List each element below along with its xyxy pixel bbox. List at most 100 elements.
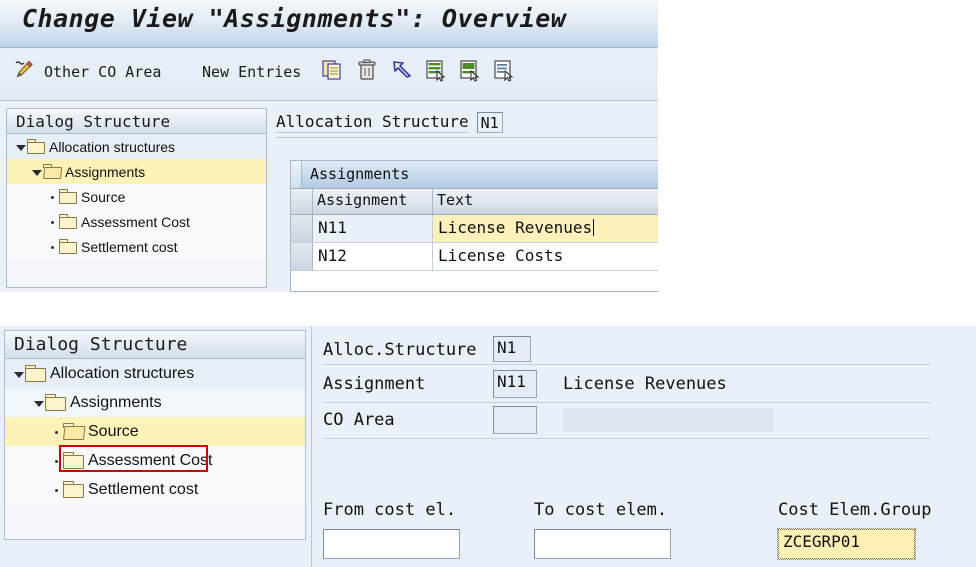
tree-item-label: Assessment Cost [81,213,190,230]
grid-column-header: Assignment Text [291,189,658,215]
panel-divider [311,326,312,567]
tree-item-settlement-cost[interactable]: Settlement cost [7,234,266,259]
alloc-structure-input[interactable]: N1 [493,336,531,362]
cost-element-group-label: Cost Elem.Group [778,500,932,520]
field-underline [276,137,658,138]
assignments-grid: Assignments Assignment Text N11 License … [290,160,658,292]
field-underline [323,364,931,365]
top-screenshot-panel: Change View "Assignments": Overview Othe… [0,0,658,292]
folder-icon [63,452,85,469]
bullet-icon [51,426,63,438]
dialog-structure-title: Dialog Structure [14,334,188,355]
tree-body: Allocation structures Assignments Source… [5,359,305,539]
folder-icon [59,214,78,229]
grid-title-bar: Assignments [291,161,658,189]
from-cost-element-label: From cost el. [323,500,457,520]
tree-item-assignments[interactable]: Assignments [5,388,305,417]
assignment-input[interactable]: N11 [493,370,537,398]
assignment-description: License Revenues [563,374,727,394]
from-cost-element-input[interactable] [323,529,460,559]
alloc-structure-label: Alloc.Structure [323,340,477,360]
tree-item-label: Source [81,188,126,205]
co-area-label: CO Area [323,410,395,430]
bullet-icon [47,241,59,253]
tree-item-label: Settlement cost [88,480,199,498]
folder-icon [63,481,85,498]
bullet-icon [47,191,59,203]
field-underline [323,402,931,403]
allocation-structure-input[interactable]: N1 [476,112,503,133]
cell-assignment[interactable]: N12 [313,243,433,270]
dialog-structure-title: Dialog Structure [16,112,171,131]
grid-select-all-cell[interactable] [291,189,313,214]
folder-open-icon [43,164,63,179]
text-cursor-icon [593,219,595,236]
cost-element-group-input[interactable]: ZCEGRP01 [777,528,916,560]
tree-item-label: Assignments [65,163,146,180]
tree-item-label: Assessment Cost [88,451,213,469]
tree-item-settlement-cost[interactable]: Settlement cost [5,475,305,504]
tree-item-assignments[interactable]: Assignments [7,159,266,184]
page-title: Change View "Assignments": Overview [22,4,567,33]
table-details-icon[interactable] [492,58,516,82]
trash-can-icon[interactable] [355,58,379,82]
column-header-text[interactable]: Text [433,189,658,214]
cell-text[interactable]: License Costs [433,243,658,270]
bullet-icon [51,455,63,467]
tree-item-source[interactable]: Source [5,417,305,446]
table-block-icon[interactable] [458,58,482,82]
tree-item-label: Allocation structures [49,138,176,155]
copy-document-icon[interactable] [320,58,344,82]
table-row[interactable]: N11 License Revenues [291,215,658,243]
row-selector[interactable] [291,243,313,270]
to-cost-element-label: To cost elem. [534,500,668,520]
tree-item-label: Settlement cost [81,238,178,255]
cell-text[interactable]: License Revenues [433,215,658,242]
tree-item-assessment-cost[interactable]: Assessment Cost [7,209,266,234]
tree-item-allocation-structures[interactable]: Allocation structures [5,359,305,388]
chevron-down-icon[interactable] [33,397,45,409]
allocation-structure-field-group: Allocation Structure N1 [276,112,503,133]
chevron-down-icon[interactable] [31,166,43,178]
grid-title-label: Assignments [310,165,410,183]
tree-item-source[interactable]: Source [7,184,266,209]
field-underline [323,438,931,439]
folder-icon [45,394,67,411]
grid-corner-marker [291,161,302,188]
column-header-assignment[interactable]: Assignment [313,189,433,214]
to-cost-element-input[interactable] [534,529,671,559]
tree-body: Allocation structures Assignments Source… [7,134,266,287]
tree-item-allocation-structures[interactable]: Allocation structures [7,134,266,159]
folder-icon [59,189,78,204]
allocation-structure-label: Allocation Structure [276,112,469,133]
bullet-icon [47,216,59,228]
dialog-structure-tree-detail: Dialog Structure Allocation structures A… [4,330,306,540]
dialog-structure-header: Dialog Structure [5,331,305,359]
cell-text-value: License Revenues [438,218,593,237]
tree-item-label: Assignments [70,393,162,411]
cell-assignment[interactable]: N11 [313,215,433,242]
toolbar: Other CO Area New Entries [0,48,658,101]
folder-open-icon [63,423,86,440]
co-area-input[interactable] [493,406,537,434]
new-entries-button[interactable]: New Entries [202,59,301,85]
folder-icon [27,139,46,154]
assignment-label: Assignment [323,374,426,394]
other-co-area-button[interactable]: Other CO Area [44,59,161,85]
table-row[interactable]: N12 License Costs [291,243,658,271]
row-selector[interactable] [291,215,313,242]
chevron-down-icon[interactable] [13,368,25,380]
folder-icon [25,365,47,382]
bottom-screenshot-panel: Dialog Structure Allocation structures A… [0,326,976,567]
pencil-edit-icon[interactable] [12,58,36,82]
dialog-structure-tree: Dialog Structure Allocation structures A… [6,108,267,288]
dialog-structure-header: Dialog Structure [7,109,266,134]
window-titlebar: Change View "Assignments": Overview [0,0,658,48]
undo-arrow-icon[interactable] [390,58,414,82]
bullet-icon [51,484,63,496]
table-select-icon[interactable] [424,58,448,82]
chevron-down-icon[interactable] [15,141,27,153]
co-area-description [563,408,774,432]
tree-item-assessment-cost[interactable]: Assessment Cost [5,446,305,475]
folder-icon [59,239,78,254]
